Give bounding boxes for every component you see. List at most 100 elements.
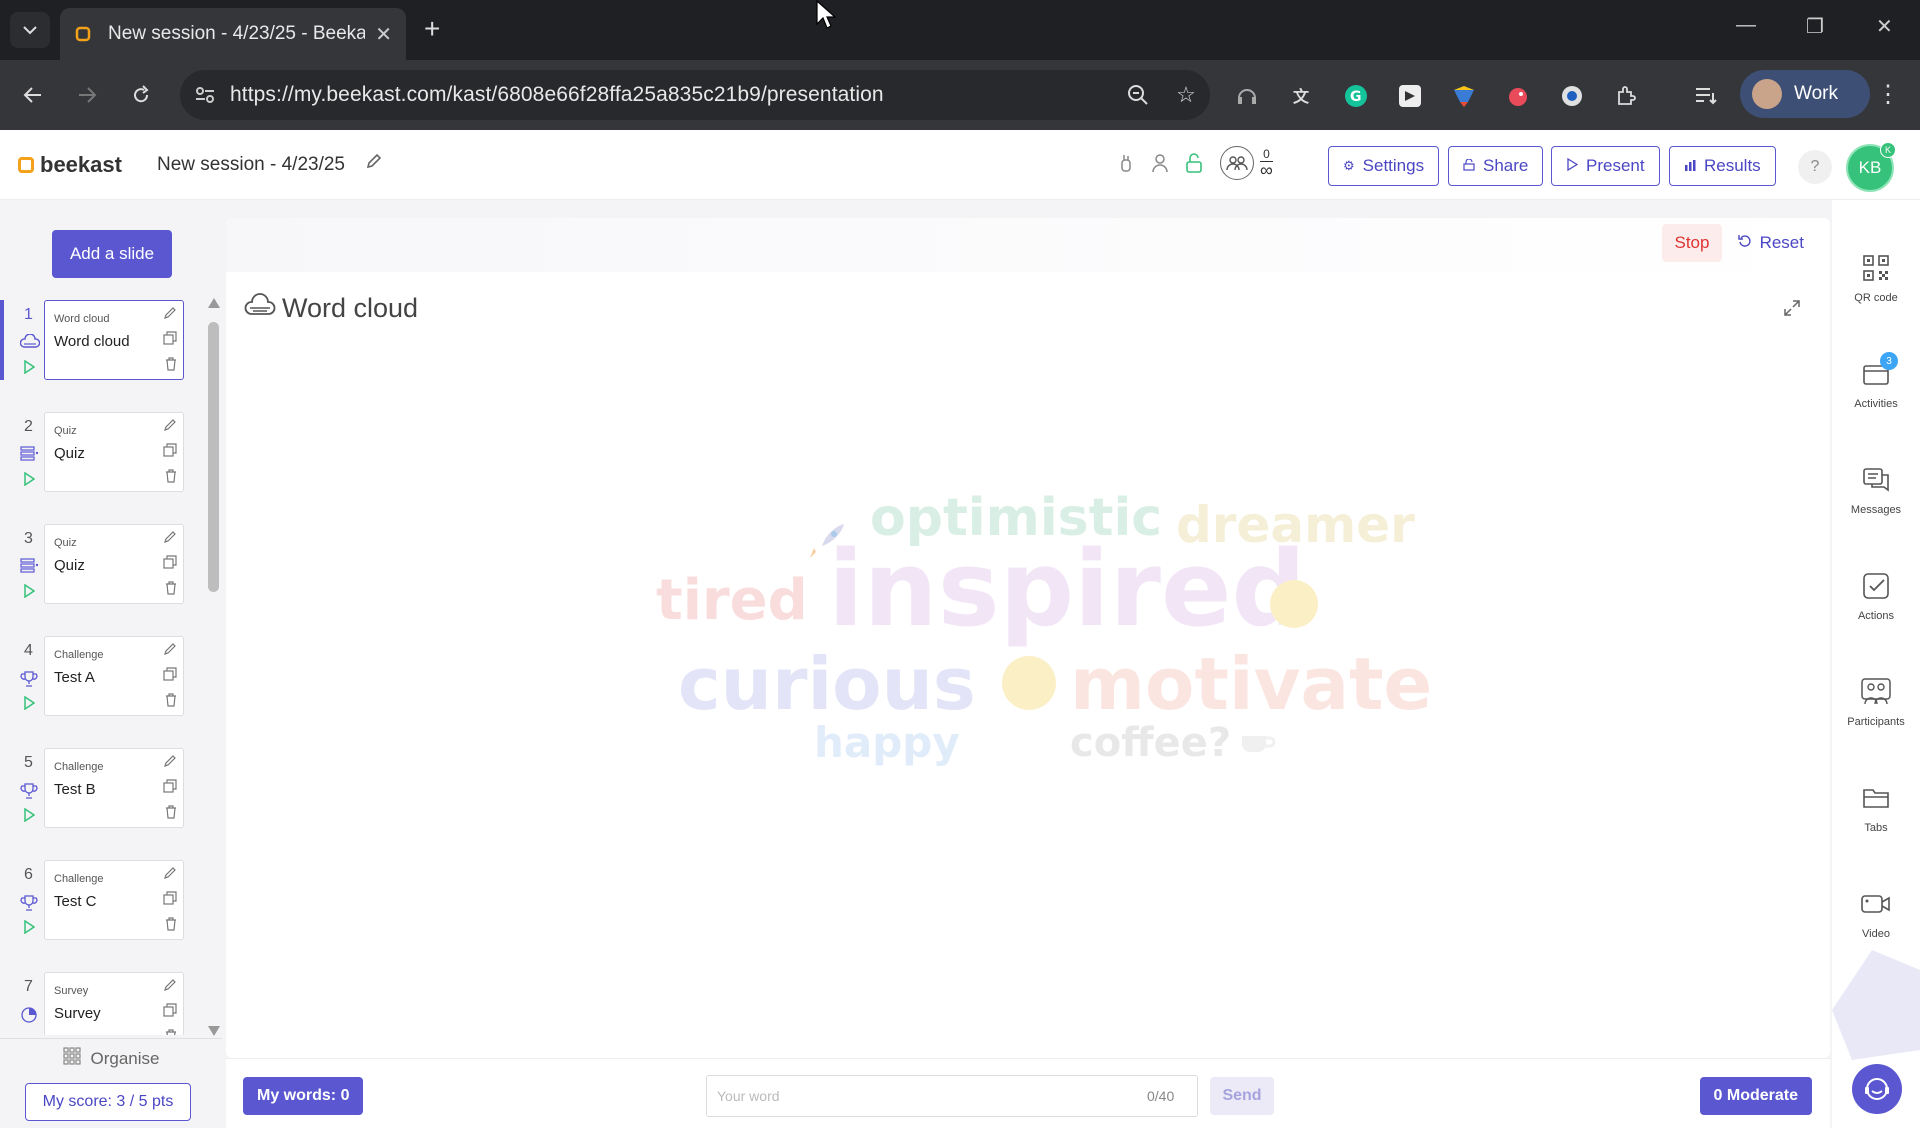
zoom-icon[interactable] [1114, 84, 1162, 106]
edit-slide-icon[interactable] [163, 866, 177, 885]
reload-icon[interactable] [126, 80, 156, 110]
tab-close-icon[interactable]: ✕ [375, 22, 392, 47]
slide-card[interactable]: Quiz Quiz [44, 412, 184, 492]
extension-grammarly-icon[interactable]: G [1344, 84, 1368, 108]
user-icon[interactable] [1150, 152, 1170, 179]
slide-card[interactable]: Quiz Quiz [44, 524, 184, 604]
settings-button[interactable]: ⚙ Settings [1328, 146, 1440, 186]
beekast-logo[interactable]: beekast [18, 152, 122, 178]
address-bar[interactable]: https://my.beekast.com/kast/6808e66f28ff… [180, 70, 1210, 120]
edit-slide-icon[interactable] [163, 306, 177, 325]
play-slide-icon[interactable] [23, 359, 36, 379]
slide-name: Quiz [54, 557, 85, 574]
tab-title: New session - 4/23/25 - Beekast [108, 23, 366, 44]
extension-translate-icon[interactable]: 文 [1290, 84, 1314, 108]
slide-card[interactable]: Word cloud Word cloud [44, 300, 184, 380]
play-slide-icon[interactable] [23, 471, 36, 491]
duplicate-slide-icon[interactable] [163, 779, 177, 798]
add-slide-button[interactable]: Add a slide [52, 230, 172, 278]
edit-pencil-icon[interactable] [365, 152, 383, 175]
moderate-button[interactable]: 0 Moderate [1699, 1077, 1812, 1115]
tab-search-button[interactable] [10, 12, 50, 48]
send-button[interactable]: Send [1210, 1077, 1274, 1115]
extension-red-bird-icon[interactable] [1506, 84, 1530, 108]
duplicate-slide-icon[interactable] [163, 443, 177, 462]
slide-row[interactable]: 2 Quiz Quiz [0, 412, 200, 508]
scroll-down-arrow[interactable] [208, 1026, 220, 1036]
slide-card[interactable]: Challenge Test A [44, 636, 184, 716]
slide-row[interactable]: 4 Challenge Test A [0, 636, 200, 732]
edit-slide-icon[interactable] [163, 754, 177, 773]
reading-list-icon[interactable] [1694, 84, 1718, 108]
slide-row[interactable]: 7 Survey Survey [0, 972, 200, 1035]
profile-button[interactable]: Work [1740, 70, 1870, 118]
back-icon[interactable] [18, 80, 48, 110]
raise-hand-icon[interactable] [1118, 152, 1134, 179]
duplicate-slide-icon[interactable] [163, 1003, 177, 1022]
scroll-up-arrow[interactable] [208, 298, 220, 308]
participants-button[interactable]: Participants [1832, 676, 1920, 756]
slide-list-scrollbar[interactable] [208, 322, 219, 592]
trash-icon[interactable] [165, 1029, 177, 1035]
extension-colorful-icon[interactable] [1452, 84, 1476, 108]
activities-button[interactable]: 3 Activities [1832, 352, 1920, 438]
slide-card[interactable]: Survey Survey [44, 972, 184, 1035]
trash-icon[interactable] [165, 469, 177, 488]
tabs-button[interactable]: Tabs [1832, 782, 1920, 862]
results-button[interactable]: Results [1669, 146, 1776, 186]
duplicate-slide-icon[interactable] [163, 331, 177, 350]
site-info-icon[interactable] [180, 86, 230, 104]
browser-tab-active[interactable]: New session - 4/23/25 - Beekast ✕ [60, 8, 406, 60]
slide-row[interactable]: 6 Challenge Test C [0, 860, 200, 956]
my-score-button[interactable]: My score: 3 / 5 pts [25, 1083, 191, 1121]
play-slide-icon[interactable] [23, 583, 36, 603]
video-label: Video [1862, 928, 1890, 940]
play-slide-icon[interactable] [23, 919, 36, 939]
restore-icon[interactable]: ❐ [1806, 14, 1824, 39]
trash-icon[interactable] [165, 357, 177, 376]
slide-name: Quiz [54, 445, 85, 462]
forward-icon[interactable] [72, 80, 102, 110]
user-avatar[interactable]: KB K [1846, 142, 1896, 192]
duplicate-slide-icon[interactable] [163, 555, 177, 574]
trash-icon[interactable] [165, 917, 177, 936]
qr-code-button[interactable]: QR code [1832, 252, 1920, 332]
slide-card[interactable]: Challenge Test B [44, 748, 184, 828]
trash-icon[interactable] [165, 805, 177, 824]
duplicate-slide-icon[interactable] [163, 891, 177, 910]
extension-lens-icon[interactable] [1560, 84, 1584, 108]
minimize-icon[interactable]: — [1736, 14, 1756, 37]
actions-button[interactable]: Actions [1832, 570, 1920, 650]
edit-slide-icon[interactable] [163, 642, 177, 661]
slide-row[interactable]: 3 Quiz Quiz [0, 524, 200, 620]
duplicate-slide-icon[interactable] [163, 667, 177, 686]
edit-slide-icon[interactable] [163, 418, 177, 437]
organise-button[interactable]: Organise [0, 1038, 222, 1078]
extension-cube-icon[interactable] [1398, 84, 1422, 108]
edit-slide-icon[interactable] [163, 978, 177, 997]
unlock-icon[interactable] [1184, 152, 1204, 179]
extensions-puzzle-icon[interactable] [1614, 84, 1638, 108]
bookmark-star-icon[interactable]: ☆ [1162, 82, 1210, 108]
chat-support-button[interactable] [1852, 1064, 1902, 1114]
browser-menu-icon[interactable]: ⋮ [1876, 80, 1900, 109]
messages-button[interactable]: Messages [1832, 464, 1920, 544]
trash-icon[interactable] [165, 693, 177, 712]
new-tab-button[interactable]: + [424, 14, 440, 44]
slide-row[interactable]: 5 Challenge Test B [0, 748, 200, 844]
my-words-button[interactable]: My words: 0 [243, 1077, 364, 1115]
window-close-icon[interactable]: ✕ [1876, 14, 1893, 39]
actions-label: Actions [1857, 610, 1895, 622]
slide-card[interactable]: Challenge Test C [44, 860, 184, 940]
trash-icon[interactable] [165, 581, 177, 600]
help-button[interactable]: ? [1798, 150, 1832, 184]
extension-headset-icon[interactable] [1235, 84, 1259, 108]
participants-counter[interactable]: 0 ∞ [1220, 146, 1273, 180]
play-slide-icon[interactable] [23, 695, 36, 715]
slide-row[interactable]: 1 Word cloud Word cloud [0, 300, 200, 396]
play-slide-icon[interactable] [23, 807, 36, 827]
edit-slide-icon[interactable] [163, 530, 177, 549]
share-button[interactable]: Share [1448, 146, 1544, 186]
present-button[interactable]: Present [1551, 146, 1660, 186]
word-input[interactable] [707, 1076, 1147, 1116]
